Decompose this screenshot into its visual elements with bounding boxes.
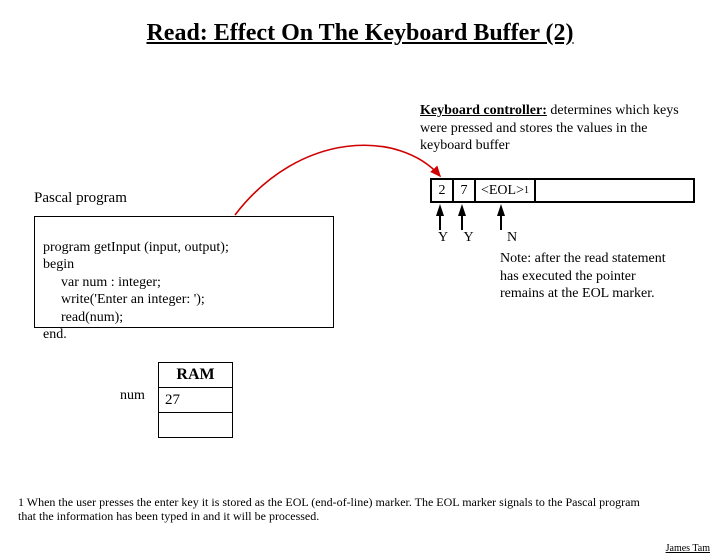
arrow-icon — [497, 204, 505, 216]
note-text: Note: after the read statement has execu… — [500, 250, 680, 303]
eol-super: 1 — [524, 185, 529, 196]
ram-value-cell: 27 — [159, 388, 233, 413]
arrow-stem — [439, 216, 441, 230]
keyboard-controller-label: Keyboard controller: — [420, 103, 547, 118]
eol-text: <EOL> — [481, 183, 524, 199]
ram-table: RAM 27 — [158, 362, 233, 438]
arrow-icon — [436, 204, 444, 216]
buffer-cell-1: 2 — [432, 180, 454, 201]
code-line: read(num); — [43, 309, 325, 327]
buffer-cell-2: 7 — [454, 180, 476, 201]
keyboard-controller-text: Keyboard controller: determines which ke… — [420, 102, 680, 155]
read-flags-row: Y Y N — [438, 230, 517, 246]
buffer-cell-eol: <EOL>1 — [476, 180, 536, 201]
footnote-text: 1 When the user presses the enter key it… — [18, 495, 648, 524]
ram-row-label: num — [120, 388, 145, 404]
arrow-stem — [500, 216, 502, 230]
flag-y1: Y — [438, 230, 460, 246]
keyboard-buffer: 2 7 <EOL>1 — [430, 178, 695, 203]
code-line: var num : integer; — [43, 274, 325, 292]
pascal-program-label: Pascal program — [34, 190, 127, 207]
author-credit: James Tam — [666, 543, 710, 554]
code-line: program getInput (input, output); — [43, 240, 229, 255]
flag-n: N — [507, 230, 517, 246]
ram-empty-cell — [159, 413, 233, 438]
buffer-remainder — [536, 180, 693, 201]
flag-y2: Y — [464, 230, 504, 246]
code-line: begin — [43, 257, 74, 272]
code-line: end. — [43, 327, 67, 342]
code-line: write('Enter an integer: '); — [43, 291, 325, 309]
ram-header: RAM — [159, 363, 233, 388]
slide-title: Read: Effect On The Keyboard Buffer (2) — [0, 20, 720, 47]
pascal-code-box: program getInput (input, output); begin … — [34, 216, 334, 328]
arrow-icon — [458, 204, 466, 216]
arrow-stem — [461, 216, 463, 230]
